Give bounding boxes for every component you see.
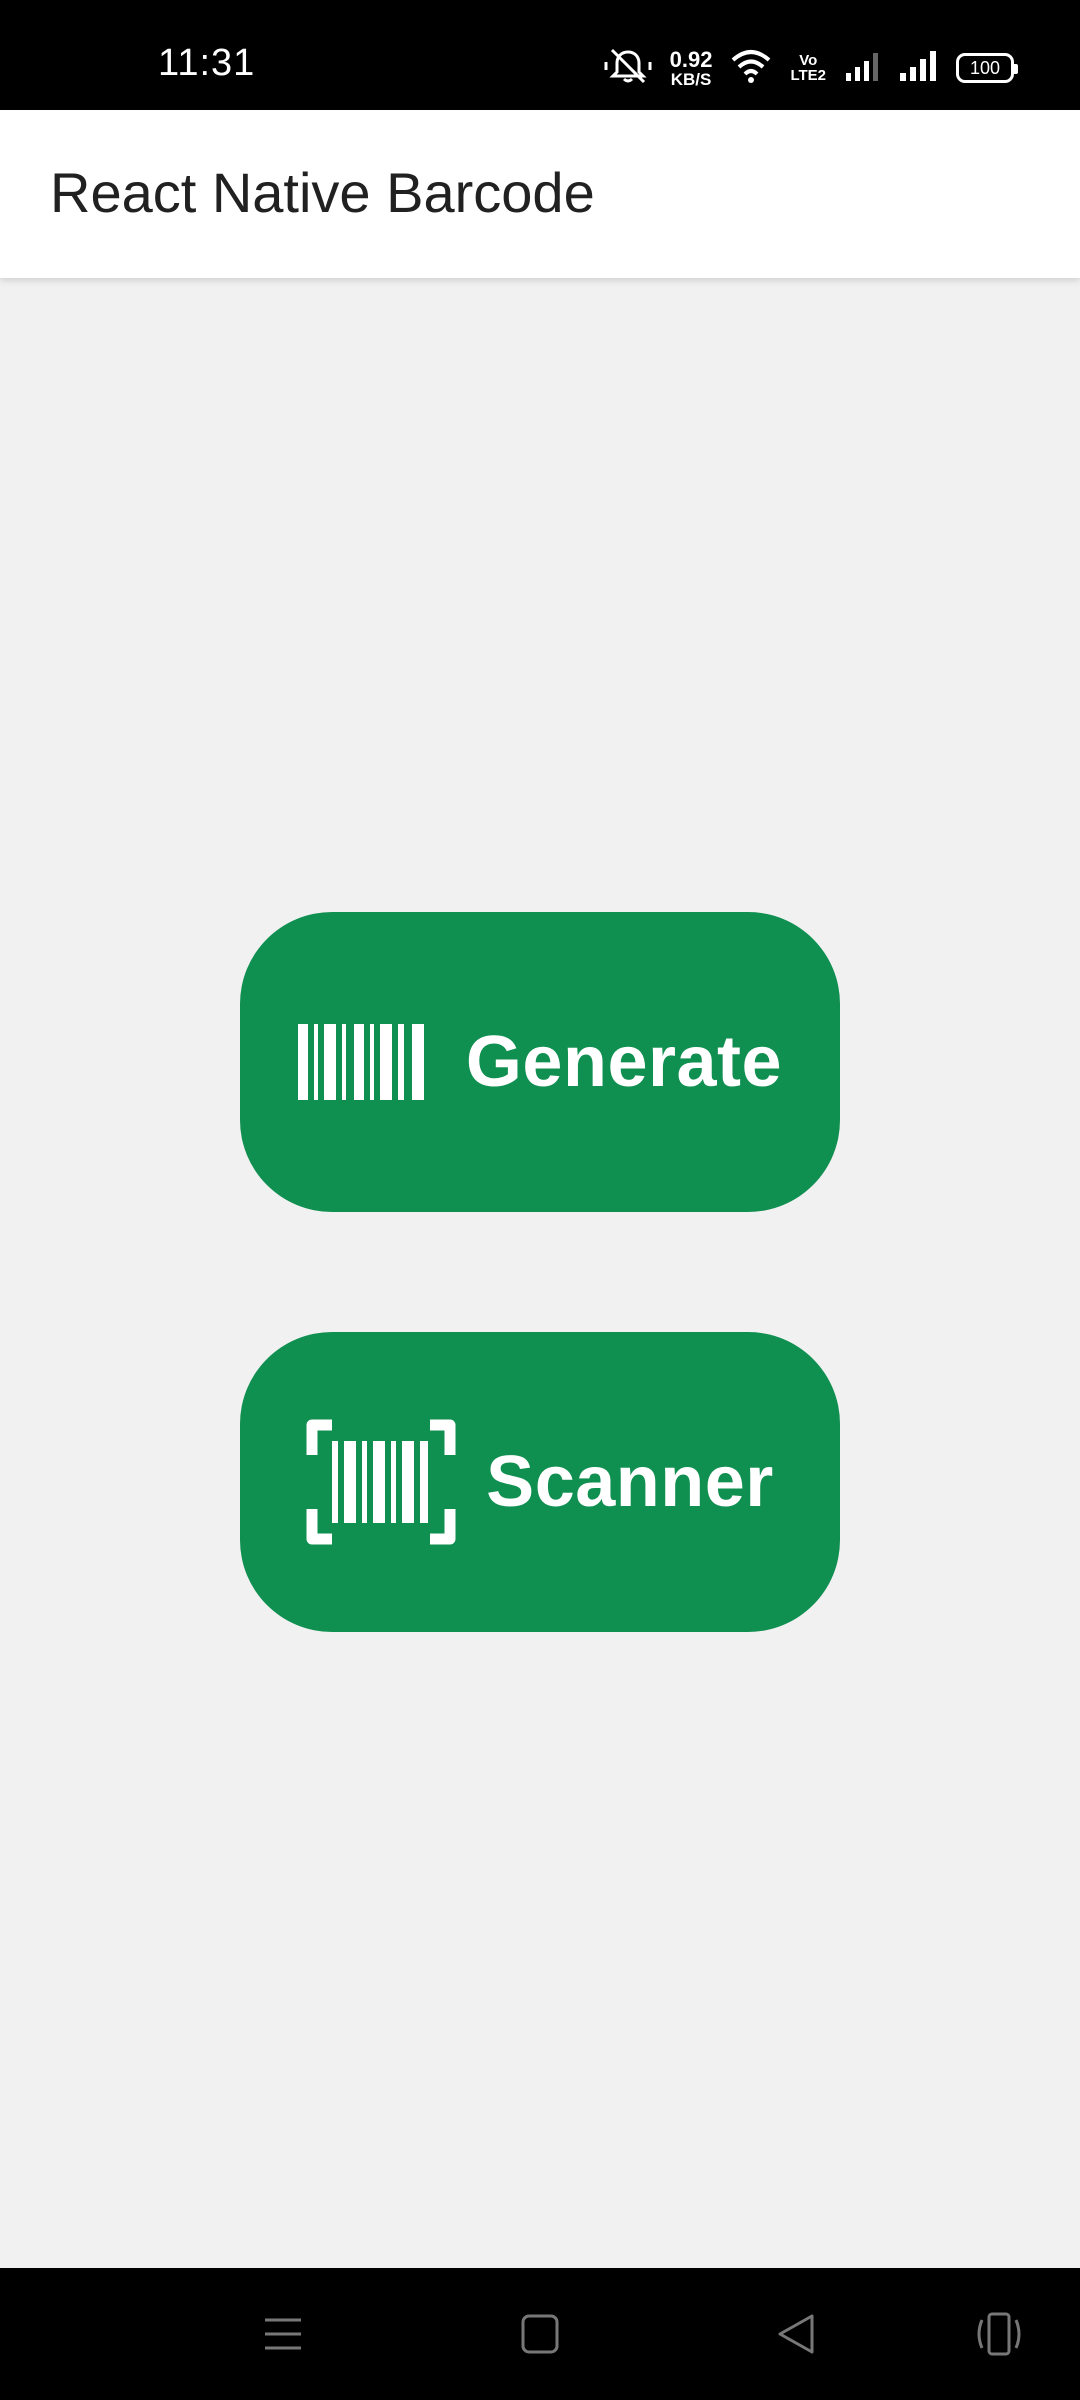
status-time: 11:31 bbox=[158, 42, 256, 84]
network-speed-unit: KB/S bbox=[670, 69, 712, 89]
volte-indicator: Vo LTE2 bbox=[790, 53, 826, 83]
signal-icon-sim2 bbox=[898, 49, 938, 88]
barcode-icon bbox=[297, 1024, 424, 1100]
status-bar: 11:31 0.92 KB/S Vo LTE2 100 bbox=[0, 0, 1080, 110]
menu-icon[interactable] bbox=[262, 2306, 304, 2367]
volte-top: Vo bbox=[799, 52, 818, 69]
status-icons: 0.92 KB/S Vo LTE2 100 bbox=[604, 44, 1018, 92]
app-title: React Native Barcode bbox=[50, 161, 595, 224]
navigation-bar bbox=[0, 2268, 1080, 2400]
scanner-button-label: Scanner bbox=[486, 1442, 774, 1522]
screen-rotate-icon[interactable] bbox=[974, 2306, 1024, 2367]
generate-button-label: Generate bbox=[465, 1022, 783, 1102]
vibrate-silent-icon bbox=[604, 46, 652, 91]
scanner-button[interactable]: Scanner bbox=[240, 1332, 840, 1632]
barcode-scan-icon bbox=[306, 1419, 456, 1545]
wifi-icon bbox=[730, 48, 772, 89]
app-bar: React Native Barcode bbox=[0, 110, 1080, 278]
generate-button[interactable]: Generate bbox=[240, 912, 840, 1212]
network-speed-value: 0.92 bbox=[669, 46, 713, 72]
home-icon[interactable] bbox=[520, 2306, 560, 2367]
battery-icon: 100 bbox=[956, 53, 1018, 83]
signal-icon-sim1 bbox=[844, 49, 880, 88]
volte-bottom: LTE2 bbox=[790, 67, 826, 84]
back-icon[interactable] bbox=[774, 2306, 818, 2367]
network-speed: 0.92 KB/S bbox=[669, 46, 713, 89]
